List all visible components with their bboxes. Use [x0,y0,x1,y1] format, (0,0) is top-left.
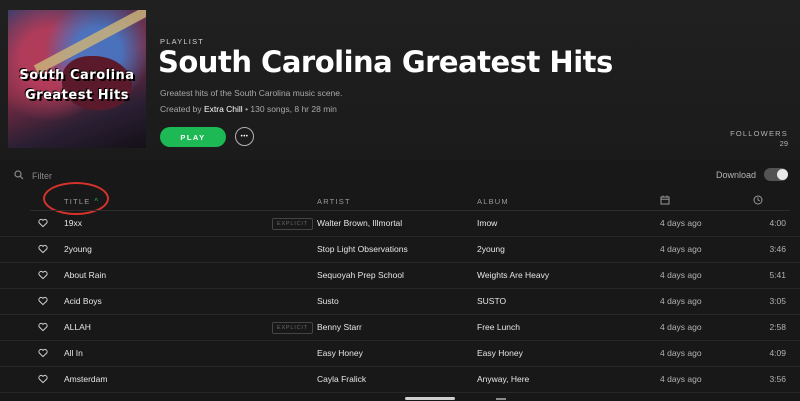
column-header-album[interactable]: ALBUM [477,197,509,206]
track-row[interactable]: 19xx EXPLICIT Walter Brown, Illmortal Imow 4… [0,211,800,237]
track-album[interactable]: Anyway, Here [477,367,529,392]
track-duration: 3:05 [769,296,786,306]
download-toggle[interactable] [764,168,788,181]
heart-icon[interactable] [38,289,50,314]
heart-icon[interactable] [38,315,50,340]
heart-icon[interactable] [38,237,50,262]
scrollbar-marker [496,398,506,400]
playlist-cover-art: South Carolina Greatest Hits [8,10,146,148]
column-header-artist[interactable]: ARTIST [317,197,351,206]
cover-title-line2: Greatest Hits [25,88,129,103]
calendar-icon [660,195,670,207]
track-list: 19xx EXPLICIT Walter Brown, Illmortal Imow 4… [0,211,800,393]
track-artist[interactable]: Stop Light Observations [317,237,408,262]
track-row[interactable]: 2young Stop Light Observations 2young 4 day… [0,237,800,263]
playlist-meta: Created by Extra Chill • 130 songs, 8 hr… [160,104,337,114]
track-duration: 5:41 [769,270,786,280]
more-options-button[interactable]: ••• [235,127,254,146]
track-album[interactable]: SUSTO [477,289,506,314]
track-title[interactable]: About Rain [64,263,106,288]
track-title[interactable]: 19xx [64,211,82,236]
track-artist[interactable]: Sequoyah Prep School [317,263,404,288]
track-album[interactable]: Weights Are Heavy [477,263,549,288]
playlist-stats: • 130 songs, 8 hr 28 min [245,104,337,114]
track-duration: 3:46 [769,244,786,254]
track-date-added: 4 days ago [660,374,702,384]
track-album[interactable]: Free Lunch [477,315,520,340]
track-title[interactable]: All In [64,341,83,366]
download-control: Download [716,168,788,181]
track-date-added: 4 days ago [660,270,702,280]
filter-input[interactable]: Filter [32,171,52,181]
track-row[interactable]: Amsterdam Cayla Fralick Anyway, Here 4 days… [0,367,800,393]
column-header-duration[interactable] [753,195,763,207]
track-title[interactable]: 2young [64,237,92,262]
playlist-owner-link[interactable]: Extra Chill [204,104,243,114]
track-title[interactable]: Acid Boys [64,289,102,314]
scrollbar-thumb[interactable] [405,397,455,400]
track-artist[interactable]: Cayla Fralick [317,367,366,392]
track-duration: 4:09 [769,348,786,358]
explicit-badge: EXPLICIT [272,322,313,334]
track-duration: 4:00 [769,218,786,228]
track-duration: 2:58 [769,322,786,332]
track-artist[interactable]: Easy Honey [317,341,363,366]
created-by-label: Created by [160,104,202,114]
track-title[interactable]: Amsterdam [64,367,107,392]
track-date-added: 4 days ago [660,296,702,306]
play-button[interactable]: PLAY [160,127,226,147]
heart-icon[interactable] [38,263,50,288]
track-artist[interactable]: Susto [317,289,339,314]
heart-icon[interactable] [38,341,50,366]
track-album[interactable]: Easy Honey [477,341,523,366]
track-row[interactable]: About Rain Sequoyah Prep School Weights Ar… [0,263,800,289]
download-label: Download [715,169,756,180]
playlist-description: Greatest hits of the South Carolina musi… [160,88,343,98]
heart-icon[interactable] [38,367,50,392]
track-row[interactable]: Acid Boys Susto SUSTO 4 days ago 3:05 [0,289,800,315]
track-date-added: 4 days ago [660,322,702,332]
track-artist[interactable]: Benny Starr [317,315,362,340]
track-duration: 3:56 [769,374,786,384]
cover-title-line1: South Carolina [19,68,135,83]
heart-icon[interactable] [38,211,50,236]
track-row[interactable]: All In Easy Honey Easy Honey 4 days ago 4:09 [0,341,800,367]
track-date-added: 4 days ago [660,218,702,228]
followers-label: FOLLOWERS [730,129,788,138]
track-album[interactable]: Imow [477,211,497,236]
more-icon: ••• [240,133,249,140]
track-album[interactable]: 2young [477,237,505,262]
clock-icon [753,195,763,207]
playlist-title: South Carolina Greatest Hits [158,45,613,79]
filter-field[interactable]: Filter [14,170,52,182]
track-date-added: 4 days ago [660,348,702,358]
track-title[interactable]: ALLAH [64,315,91,340]
column-header-date-added[interactable] [660,195,670,207]
track-date-added: 4 days ago [660,244,702,254]
track-row[interactable]: ALLAH EXPLICIT Benny Starr Free Lunch 4 days… [0,315,800,341]
search-icon [14,170,24,182]
explicit-badge: EXPLICIT [272,218,313,230]
track-artist[interactable]: Walter Brown, Illmortal [317,211,402,236]
followers-count: 29 [779,139,788,148]
download-toggle-knob [777,169,788,180]
